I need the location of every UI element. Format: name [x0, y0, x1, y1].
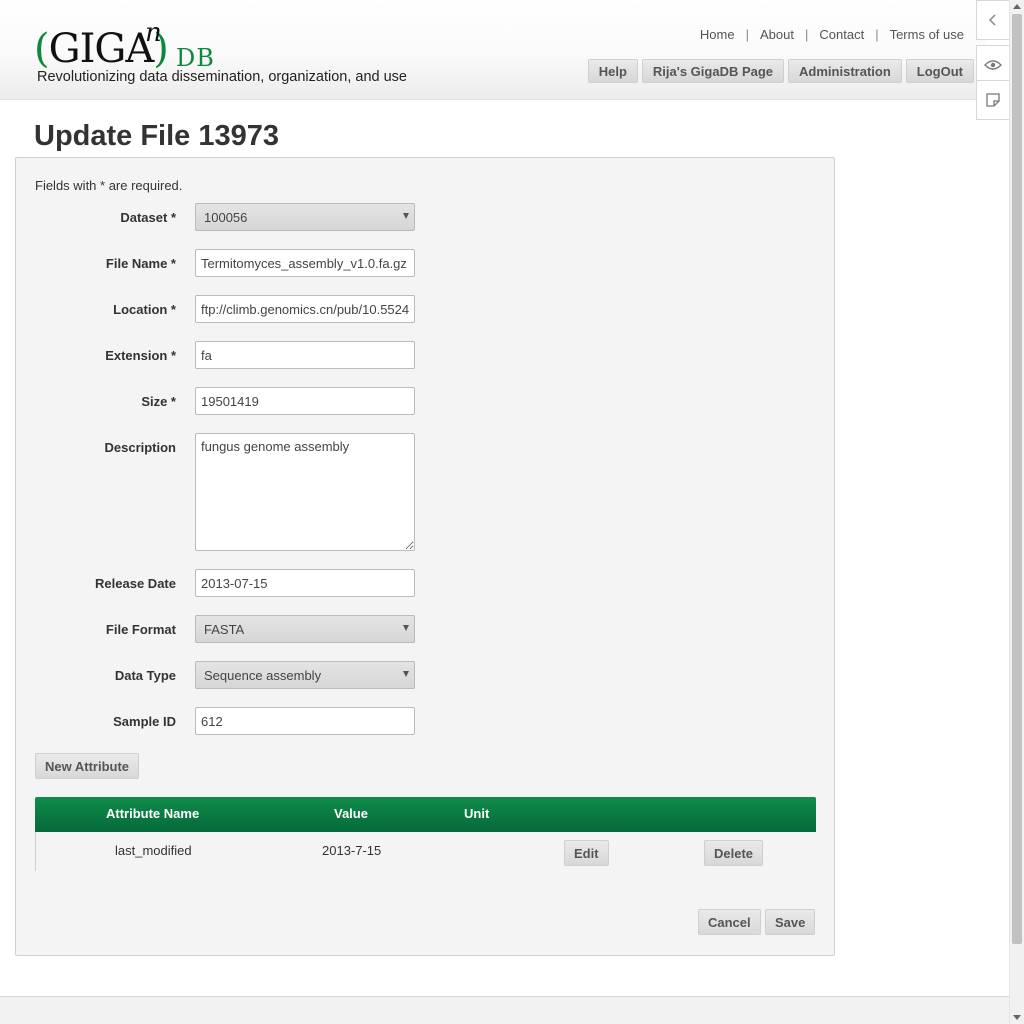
cancel-button[interactable]: Cancel: [698, 909, 761, 935]
required-fields-note: Fields with * are required.: [35, 178, 183, 193]
column-header-value: Value: [334, 806, 368, 821]
file-name-input[interactable]: [195, 249, 415, 277]
extension-input[interactable]: [195, 341, 415, 369]
column-header-unit: Unit: [464, 806, 490, 821]
size-label: Size *: [141, 394, 176, 409]
logo-tagline: Revolutionizing data dissemination, orga…: [37, 69, 407, 85]
data-type-selected-value: Sequence assembly: [204, 667, 322, 683]
about-link[interactable]: About: [760, 27, 794, 42]
logo-db: DB: [176, 44, 215, 72]
side-toolbar: [976, 0, 1010, 120]
data-type-label: Data Type: [114, 668, 176, 683]
release-date-label: Release Date: [95, 576, 176, 591]
dataset-select[interactable]: 100056: [195, 203, 415, 231]
administration-button[interactable]: Administration: [788, 59, 902, 83]
table-header: Attribute Name Value Unit: [35, 797, 816, 832]
logout-button[interactable]: LogOut: [905, 59, 974, 83]
scroll-thumb[interactable]: [1012, 14, 1022, 944]
table-row: last_modified 2013-7-15 Edit Delete: [35, 832, 816, 871]
link-separator: |: [804, 27, 809, 42]
file-format-select[interactable]: FASTA: [195, 615, 415, 643]
attribute-name-cell: last_modified: [115, 843, 192, 858]
logo-superscript: n: [145, 18, 162, 48]
dropdown-arrow-icon: [403, 213, 409, 219]
attribute-value-cell: 2013-7-15: [322, 843, 382, 858]
link-separator: |: [745, 27, 749, 42]
new-attribute-button[interactable]: New Attribute: [35, 753, 140, 779]
location-input[interactable]: [195, 295, 415, 323]
vertical-scrollbar[interactable]: [1009, 0, 1024, 1024]
sample-id-label: Sample ID: [113, 714, 176, 729]
dataset-label: Dataset *: [120, 210, 176, 225]
top-links: Home | About | Contact | Terms of use: [700, 27, 964, 42]
collapse-toolbar-button[interactable]: [976, 0, 1010, 40]
scroll-down-arrow-icon[interactable]: [1013, 1015, 1021, 1020]
note-icon: [986, 93, 1000, 107]
scroll-up-arrow-icon[interactable]: [1013, 4, 1021, 9]
dropdown-arrow-icon: [403, 625, 409, 631]
chevron-left-icon: [988, 14, 996, 26]
site-header: (GIGA) n DB Revolutionizing data dissemi…: [0, 0, 987, 100]
location-label: Location *: [113, 302, 176, 317]
nav-buttons: Help Rija's GigaDB Page Administration L…: [587, 59, 974, 83]
sample-id-input[interactable]: [195, 707, 415, 735]
extension-label: Extension *: [105, 348, 176, 363]
file-format-selected-value: FASTA: [204, 621, 245, 637]
release-date-input[interactable]: [195, 569, 415, 597]
terms-of-use-link[interactable]: Terms of use: [890, 27, 964, 42]
description-textarea[interactable]: fungus genome assembly: [195, 433, 415, 551]
column-header-attribute-name: Attribute Name: [106, 806, 200, 821]
contact-link[interactable]: Contact: [819, 27, 864, 42]
delete-attribute-button[interactable]: Delete: [704, 840, 764, 866]
view-button[interactable]: [976, 45, 1010, 85]
dropdown-arrow-icon: [403, 671, 409, 677]
description-label: Description: [104, 440, 176, 455]
save-button[interactable]: Save: [765, 909, 816, 935]
gigadb-logo[interactable]: (GIGA) n DB Revolutionizing data dissemi…: [34, 18, 414, 92]
home-link[interactable]: Home: [700, 27, 735, 42]
eye-icon: [984, 60, 1002, 70]
page-footer: [0, 996, 1009, 1024]
help-button[interactable]: Help: [587, 59, 638, 83]
update-file-form: Fields with * are required. Dataset * 10…: [15, 157, 835, 956]
edit-attribute-button[interactable]: Edit: [564, 840, 609, 866]
page-title: Update File 13973: [34, 120, 279, 152]
data-type-select[interactable]: Sequence assembly: [195, 661, 415, 689]
attributes-table: Attribute Name Value Unit last_modified …: [35, 797, 816, 871]
user-gigadb-page-button[interactable]: Rija's GigaDB Page: [641, 59, 785, 83]
file-name-label: File Name *: [105, 256, 176, 271]
note-button[interactable]: [976, 80, 1010, 120]
file-format-label: File Format: [105, 622, 176, 637]
link-separator: |: [875, 27, 879, 42]
dataset-selected-value: 100056: [204, 209, 248, 225]
size-input[interactable]: [195, 387, 415, 415]
